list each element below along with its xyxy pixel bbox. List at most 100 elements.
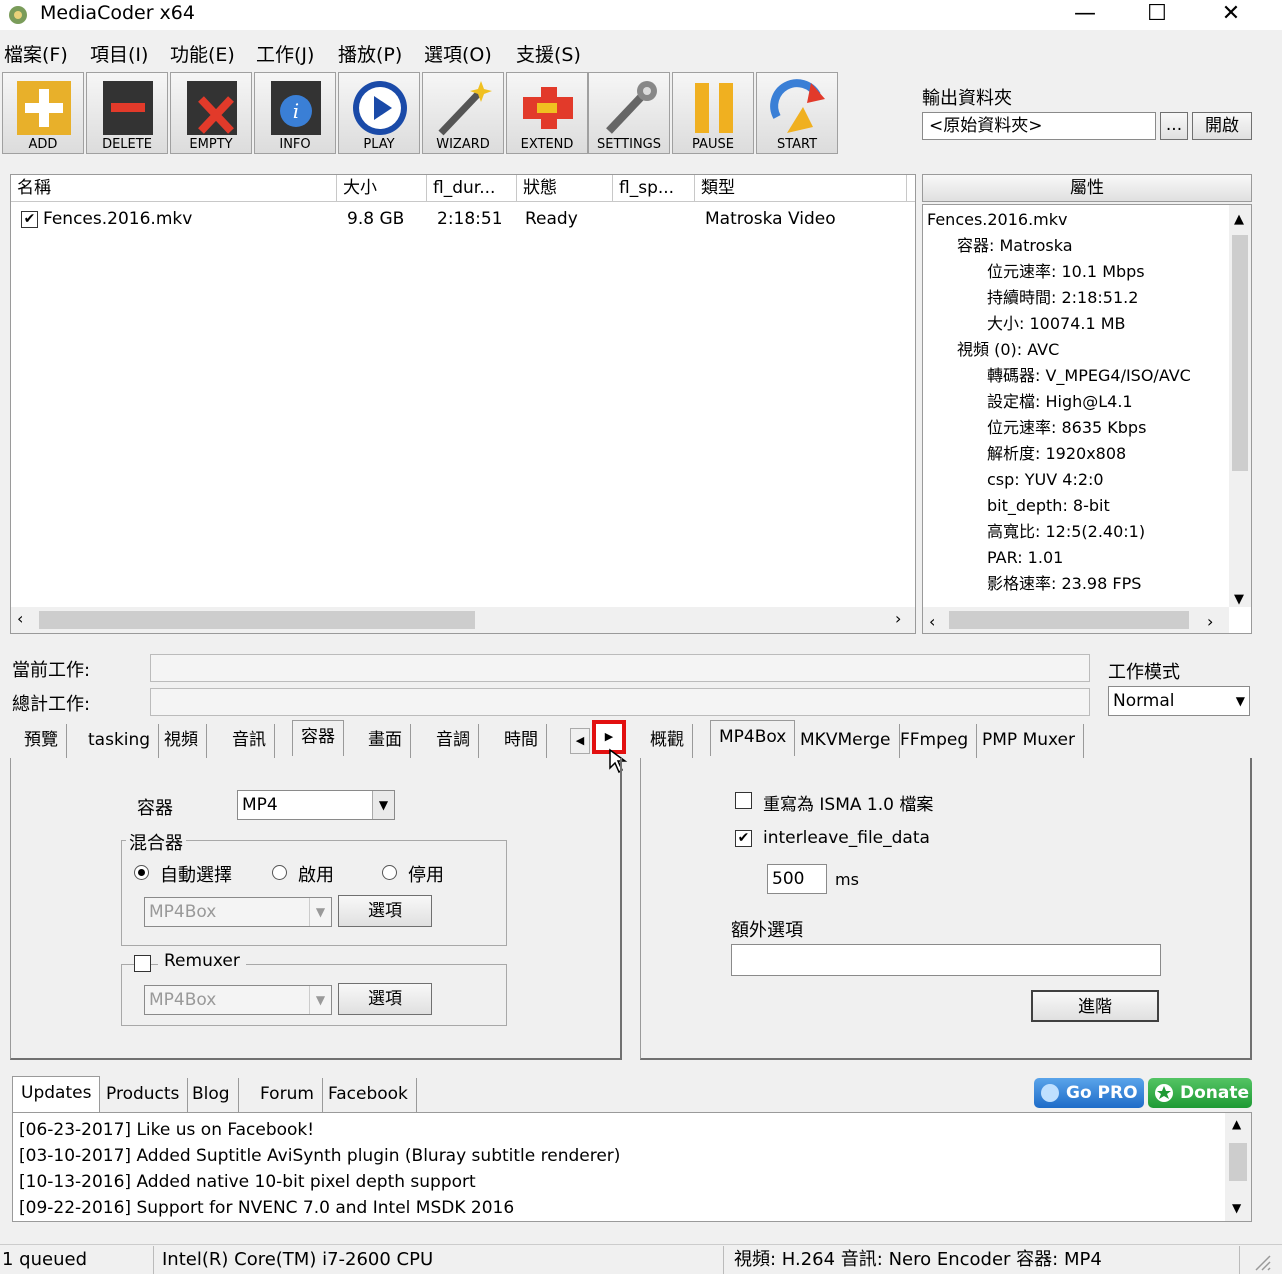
- tab-container[interactable]: 容器: [292, 720, 344, 756]
- tree-node[interactable]: 大小: 10074.1 MB: [987, 311, 1126, 337]
- tab-scroll-left-icon[interactable]: ◀: [570, 728, 590, 754]
- tab-audio[interactable]: 音訊: [224, 724, 275, 758]
- tree-node[interactable]: 位元速率: 8635 Kbps: [987, 415, 1146, 441]
- tree-node[interactable]: 高寬比: 12:5(2.40:1): [987, 519, 1145, 545]
- open-folder-button[interactable]: 開啟: [1192, 112, 1252, 140]
- advanced-button[interactable]: 進階: [1031, 990, 1159, 1022]
- list-item[interactable]: [06-23-2017] Like us on Facebook!: [19, 1117, 314, 1143]
- column-header-status[interactable]: 狀態: [517, 175, 613, 202]
- scroll-down-icon[interactable]: ▼: [1234, 587, 1244, 613]
- list-item[interactable]: [03-10-2017] Added Suptitle AviSynth plu…: [19, 1143, 620, 1169]
- donate-button[interactable]: Donate: [1148, 1078, 1252, 1108]
- scroll-down-icon[interactable]: ▼: [1232, 1201, 1241, 1215]
- tab-updates[interactable]: Updates: [12, 1076, 101, 1112]
- tab-overview[interactable]: 概觀: [642, 724, 693, 758]
- extend-button[interactable]: EXTEND: [506, 72, 588, 154]
- tab-forum[interactable]: Forum: [252, 1078, 323, 1112]
- interleave-ms-input[interactable]: 500: [767, 864, 827, 894]
- tree-node[interactable]: bit_depth: 8-bit: [987, 493, 1110, 519]
- tab-pitch[interactable]: 音調: [428, 724, 479, 758]
- resize-grip-icon[interactable]: [1252, 1252, 1272, 1272]
- tab-picture[interactable]: 畫面: [360, 724, 411, 758]
- minimize-button[interactable]: —: [1060, 0, 1110, 30]
- scroll-up-icon[interactable]: ▲: [1232, 1117, 1241, 1131]
- menu-play[interactable]: 播放(P): [338, 40, 402, 67]
- isma-checkbox[interactable]: [735, 792, 752, 809]
- tab-time[interactable]: 時間: [496, 724, 547, 758]
- list-item[interactable]: [10-13-2016] Added native 10-bit pixel d…: [19, 1169, 476, 1195]
- column-header-speed[interactable]: fl_sp...: [613, 175, 695, 202]
- list-item[interactable]: [09-22-2016] Support for NVENC 7.0 and I…: [19, 1195, 514, 1221]
- output-folder-input[interactable]: <原始資料夾>: [922, 112, 1156, 140]
- tab-tasking[interactable]: tasking: [80, 724, 160, 758]
- menu-support[interactable]: 支援(S): [516, 40, 581, 67]
- tree-node[interactable]: 解析度: 1920x808: [987, 441, 1126, 467]
- menu-function[interactable]: 功能(E): [170, 40, 235, 67]
- properties-vscrollbar[interactable]: ▲ ▼: [1229, 205, 1251, 607]
- scroll-left-icon[interactable]: ‹: [17, 609, 23, 628]
- tab-blog[interactable]: Blog: [184, 1078, 239, 1112]
- tab-mp4box[interactable]: MP4Box: [710, 720, 796, 756]
- file-list-hscrollbar[interactable]: ‹ ›: [11, 607, 915, 633]
- extra-options-input[interactable]: [731, 944, 1161, 976]
- scroll-thumb[interactable]: [1229, 1143, 1247, 1181]
- wizard-button[interactable]: WIZARD: [422, 72, 504, 154]
- pause-button[interactable]: PAUSE: [672, 72, 754, 154]
- menu-item[interactable]: 項目(I): [90, 40, 148, 67]
- table-row[interactable]: ✔ Fences.2016.mkv 9.8 GB 2:18:51 Ready M…: [11, 207, 915, 235]
- tree-node-video[interactable]: 視頻 (0): AVC: [957, 337, 1059, 363]
- news-vscrollbar[interactable]: ▲ ▼: [1225, 1113, 1251, 1221]
- tab-video[interactable]: 視頻: [156, 724, 207, 758]
- tab-pmp-muxer[interactable]: PMP Muxer: [974, 724, 1085, 758]
- tree-node[interactable]: 設定檔: High@L4.1: [987, 389, 1133, 415]
- column-header-type[interactable]: 類型: [695, 175, 907, 202]
- container-select[interactable]: MP4 ▼: [237, 790, 395, 820]
- tree-node[interactable]: 轉碼器: V_MPEG4/ISO/AVC: [987, 363, 1191, 389]
- scroll-up-icon[interactable]: ▲: [1234, 207, 1244, 233]
- properties-hscrollbar[interactable]: ‹ ›: [923, 607, 1229, 633]
- tree-node-file[interactable]: Fences.2016.mkv: [927, 207, 1068, 233]
- job-mode-select[interactable]: Normal ▼: [1108, 686, 1250, 716]
- empty-button[interactable]: EMPTY: [170, 72, 252, 154]
- go-pro-button[interactable]: Go PRO: [1034, 1078, 1144, 1108]
- add-button[interactable]: ADD: [2, 72, 84, 154]
- tree-node[interactable]: 位元速率: 10.1 Mbps: [987, 259, 1145, 285]
- remuxer-checkbox[interactable]: [134, 955, 151, 972]
- tree-node[interactable]: 持續時間: 2:18:51.2: [987, 285, 1138, 311]
- settings-button[interactable]: SETTINGS: [588, 72, 670, 154]
- play-button[interactable]: PLAY: [338, 72, 420, 154]
- scroll-thumb[interactable]: [39, 611, 475, 629]
- tab-preview[interactable]: 預覽: [16, 724, 67, 758]
- scroll-right-icon[interactable]: ›: [1207, 609, 1213, 633]
- tab-mkvmerge[interactable]: MKVMerge: [792, 724, 900, 758]
- tree-node[interactable]: PAR: 1.01: [987, 545, 1063, 571]
- info-button[interactable]: i INFO: [254, 72, 336, 154]
- menu-job[interactable]: 工作(J): [256, 40, 314, 67]
- close-button[interactable]: ✕: [1206, 0, 1256, 30]
- column-header-duration[interactable]: fl_dur...: [427, 175, 517, 202]
- maximize-button[interactable]: ☐: [1132, 0, 1182, 30]
- tree-node-container[interactable]: 容器: Matroska: [957, 233, 1073, 259]
- tab-facebook[interactable]: Facebook: [320, 1078, 417, 1112]
- row-checkbox[interactable]: ✔: [21, 211, 38, 228]
- muxer-options-button[interactable]: 選項: [338, 895, 432, 927]
- tree-node[interactable]: 影格速率: 23.98 FPS: [987, 571, 1141, 597]
- tab-products[interactable]: Products: [98, 1078, 189, 1112]
- scroll-left-icon[interactable]: ‹: [929, 609, 935, 633]
- radio-auto[interactable]: [134, 865, 149, 880]
- browse-button[interactable]: ...: [1160, 112, 1188, 140]
- menu-options[interactable]: 選項(O): [424, 40, 492, 67]
- scroll-thumb[interactable]: [949, 611, 1189, 629]
- delete-button[interactable]: DELETE: [86, 72, 168, 154]
- scroll-thumb[interactable]: [1232, 235, 1248, 471]
- scroll-right-icon[interactable]: ›: [895, 609, 901, 628]
- radio-enable[interactable]: [272, 865, 287, 880]
- start-button[interactable]: START: [756, 72, 838, 154]
- tree-node[interactable]: csp: YUV 4:2:0: [987, 467, 1104, 493]
- remuxer-options-button[interactable]: 選項: [338, 983, 432, 1015]
- menu-file[interactable]: 檔案(F): [4, 40, 68, 67]
- interleave-checkbox[interactable]: ✔: [735, 830, 752, 847]
- radio-disable[interactable]: [382, 865, 397, 880]
- tab-ffmpeg[interactable]: FFmpeg: [892, 724, 978, 758]
- column-header-name[interactable]: 名稱: [11, 175, 337, 202]
